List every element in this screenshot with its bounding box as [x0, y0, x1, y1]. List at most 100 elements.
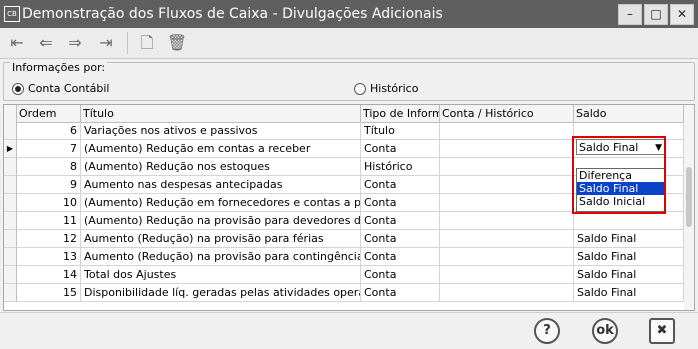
cell-ordem[interactable]: 12	[17, 230, 81, 248]
cell-tipo[interactable]: Conta	[361, 248, 440, 266]
cell-titulo[interactable]: Variações nos ativos e passivos	[81, 122, 361, 140]
table-row[interactable]: 12 Aumento (Redução) na provisão para fér…	[4, 230, 694, 248]
cell-titulo[interactable]: (Aumento) Redução na provisão para deved…	[81, 212, 361, 230]
table-row[interactable]: 13 Aumento (Redução) na provisão para con…	[4, 248, 694, 266]
cell-saldo[interactable]: Saldo Final	[574, 284, 684, 302]
table-row[interactable]: 14 Total dos Ajustes Conta Saldo Final	[4, 266, 694, 284]
cell-saldo[interactable]: Saldo Final	[574, 230, 684, 248]
table-row[interactable]: 15 Disponibilidade líq. geradas pelas ati…	[4, 284, 694, 302]
cell-tipo[interactable]: Conta	[361, 176, 440, 194]
next-record-icon[interactable]: ⇒	[63, 31, 87, 55]
cell-tipo[interactable]: Histórico	[361, 158, 440, 176]
header-indicator	[4, 105, 17, 122]
cell-tipo[interactable]: Conta	[361, 194, 440, 212]
cell-titulo[interactable]: (Aumento) Redução nos estoques	[81, 158, 361, 176]
radio-unselected-icon[interactable]	[354, 82, 366, 95]
cell-titulo[interactable]: (Aumento) Redução em fornecedores e cont…	[81, 194, 361, 212]
maximize-button[interactable]: □	[644, 4, 668, 25]
cell-titulo[interactable]: Aumento nas despesas antecipadas	[81, 176, 361, 194]
window-title: Demonstração dos Fluxos de Caixa - Divul…	[22, 6, 443, 22]
row-indicator	[4, 194, 17, 212]
row-indicator	[4, 266, 17, 284]
dropdown-option-diferenca[interactable]: Diferença	[577, 169, 664, 182]
cell-ordem[interactable]: 14	[17, 266, 81, 284]
cell-titulo[interactable]: Disponibilidade líq. geradas pelas ativi…	[81, 284, 361, 302]
cell-ordem[interactable]: 11	[17, 212, 81, 230]
grid-header: Ordem Título Tipo de Informa Conta / His…	[4, 105, 694, 123]
previous-record-icon[interactable]: ⇐	[34, 31, 58, 55]
cell-ordem[interactable]: 15	[17, 284, 81, 302]
row-indicator	[4, 284, 17, 302]
cell-tipo[interactable]: Conta	[361, 266, 440, 284]
radio-label: Conta Contábil	[28, 82, 110, 95]
cell-titulo[interactable]: Aumento (Redução) na provisão para conti…	[81, 248, 361, 266]
cell-conta[interactable]	[440, 122, 574, 140]
table-row[interactable]: 6 Variações nos ativos e passivos Título	[4, 122, 694, 140]
radio-conta-contabil[interactable]: Conta Contábil	[12, 82, 109, 95]
column-header-saldo[interactable]: Saldo	[574, 105, 684, 122]
column-header-conta[interactable]: Conta / Histórico	[440, 105, 574, 122]
cell-tipo[interactable]: Título	[361, 122, 440, 140]
help-button[interactable]: ?	[534, 318, 560, 344]
cancel-icon[interactable]: ✖	[649, 318, 675, 344]
cell-conta[interactable]	[440, 284, 574, 302]
row-indicator	[4, 158, 17, 176]
row-indicator	[4, 230, 17, 248]
title-bar: CB Demonstração dos Fluxos de Caixa - Di…	[0, 0, 698, 28]
table-row[interactable]: 11 (Aumento) Redução na provisão para dev…	[4, 212, 694, 230]
cell-conta[interactable]	[440, 176, 574, 194]
cell-conta[interactable]	[440, 194, 574, 212]
current-row-indicator-icon: ▶	[4, 140, 17, 158]
vertical-scrollbar[interactable]	[684, 122, 694, 310]
column-header-tipo[interactable]: Tipo de Informa	[361, 105, 440, 122]
cell-saldo[interactable]	[574, 212, 684, 230]
cell-titulo[interactable]: Aumento (Redução) na provisão para féria…	[81, 230, 361, 248]
cell-ordem[interactable]: 13	[17, 248, 81, 266]
cell-conta[interactable]	[440, 212, 574, 230]
row-indicator	[4, 122, 17, 140]
cell-conta[interactable]	[440, 266, 574, 284]
column-header-ordem[interactable]: Ordem	[17, 105, 81, 122]
minimize-button[interactable]: –	[618, 4, 642, 25]
info-group: Informações por: Conta Contábil Históric…	[3, 61, 695, 101]
scrollbar-thumb[interactable]	[686, 167, 692, 227]
cell-ordem[interactable]: 9	[17, 176, 81, 194]
cell-conta[interactable]	[440, 158, 574, 176]
info-group-legend: Informações por:	[10, 61, 108, 74]
cell-conta[interactable]	[440, 248, 574, 266]
saldo-combobox[interactable]: Saldo Final ▼	[576, 139, 665, 155]
first-record-icon[interactable]: ⇤	[5, 31, 29, 55]
toolbar-separator	[127, 32, 128, 54]
last-record-icon[interactable]: ⇥	[94, 31, 118, 55]
cell-ordem[interactable]: 10	[17, 194, 81, 212]
row-indicator	[4, 248, 17, 266]
cell-ordem[interactable]: 6	[17, 122, 81, 140]
delete-record-icon[interactable]: 🗑	[165, 31, 189, 55]
column-header-titulo[interactable]: Título	[81, 105, 361, 122]
cell-ordem[interactable]: 7	[17, 140, 81, 158]
cell-titulo[interactable]: (Aumento) Redução em contas a receber	[81, 140, 361, 158]
row-indicator	[4, 212, 17, 230]
cell-conta[interactable]	[440, 230, 574, 248]
cell-tipo[interactable]: Conta	[361, 212, 440, 230]
dropdown-option-saldo-final[interactable]: Saldo Final	[577, 182, 664, 195]
radio-label: Histórico	[370, 82, 419, 95]
radio-selected-icon[interactable]	[12, 82, 24, 95]
cell-saldo[interactable]: Saldo Final	[574, 266, 684, 284]
cell-saldo[interactable]: Saldo Final	[574, 248, 684, 266]
close-button[interactable]: ✕	[670, 4, 694, 25]
footer-bar: ? ok ✖	[0, 312, 698, 349]
radio-historico[interactable]: Histórico	[354, 82, 418, 95]
chevron-down-icon[interactable]: ▼	[655, 143, 662, 153]
cell-conta[interactable]	[440, 140, 574, 158]
dropdown-option-saldo-inicial[interactable]: Saldo Inicial	[577, 195, 664, 208]
cell-tipo[interactable]: Conta	[361, 230, 440, 248]
cell-tipo[interactable]: Conta	[361, 140, 440, 158]
cell-saldo[interactable]	[574, 122, 684, 140]
cell-titulo[interactable]: Total dos Ajustes	[81, 266, 361, 284]
saldo-dropdown-list[interactable]: Diferença Saldo Final Saldo Inicial	[576, 168, 665, 212]
ok-button[interactable]: ok	[592, 318, 618, 344]
cell-tipo[interactable]: Conta	[361, 284, 440, 302]
new-record-icon[interactable]: 🗋	[135, 31, 159, 55]
cell-ordem[interactable]: 8	[17, 158, 81, 176]
